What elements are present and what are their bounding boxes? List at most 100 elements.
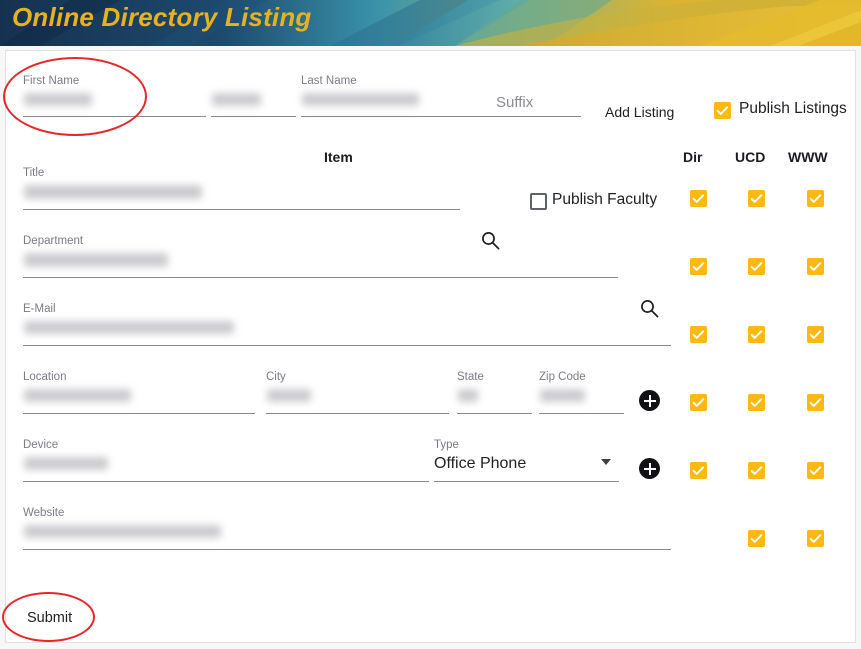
publish-faculty-label: Publish Faculty	[552, 191, 658, 208]
address-www-checkbox[interactable]	[807, 394, 824, 411]
chevron-down-icon[interactable]	[601, 459, 611, 465]
device-dir-checkbox[interactable]	[690, 462, 707, 479]
address-ucd-checkbox[interactable]	[748, 394, 765, 411]
email-label: E-Mail	[23, 303, 56, 315]
city-field[interactable]: City	[266, 371, 449, 415]
check-icon	[809, 534, 822, 543]
check-icon	[750, 194, 763, 203]
department-field[interactable]: Department	[23, 235, 618, 279]
check-icon	[809, 262, 822, 271]
website-value-redacted	[24, 525, 221, 538]
page-banner: Online Directory Listing	[0, 0, 861, 46]
department-label: Department	[23, 235, 84, 247]
middle-name-value-redacted	[212, 93, 261, 106]
department-value-redacted	[24, 253, 168, 267]
location-label: Location	[23, 371, 67, 383]
check-icon	[809, 466, 822, 475]
department-underline	[23, 277, 618, 278]
device-value-redacted	[24, 457, 108, 470]
title-ucd-checkbox[interactable]	[748, 190, 765, 207]
state-value-redacted	[458, 389, 478, 402]
zip-field[interactable]: Zip Code	[539, 371, 624, 415]
last-name-underline	[301, 116, 496, 117]
state-label: State	[457, 371, 484, 383]
submit-button[interactable]: Submit	[27, 610, 72, 626]
website-ucd-checkbox[interactable]	[748, 530, 765, 547]
last-name-field[interactable]: Last Name	[301, 75, 496, 119]
device-field[interactable]: Device	[23, 439, 429, 483]
email-underline	[23, 345, 671, 346]
device-type-select[interactable]: Type Office Phone	[434, 439, 619, 483]
column-header-dir: Dir	[683, 149, 703, 165]
device-type-value: Office Phone	[434, 455, 527, 472]
email-www-checkbox[interactable]	[807, 326, 824, 343]
email-field[interactable]: E-Mail	[23, 303, 671, 347]
check-icon	[809, 398, 822, 407]
page-title: Online Directory Listing	[12, 2, 312, 32]
check-icon	[692, 262, 705, 271]
website-field[interactable]: Website	[23, 507, 671, 551]
city-underline	[266, 413, 449, 414]
email-ucd-checkbox[interactable]	[748, 326, 765, 343]
department-ucd-checkbox[interactable]	[748, 258, 765, 275]
state-field[interactable]: State	[457, 371, 532, 415]
last-name-value-redacted	[302, 93, 419, 106]
title-field[interactable]: Title	[23, 167, 460, 211]
add-device-button[interactable]	[639, 458, 660, 479]
location-value-redacted	[24, 389, 131, 402]
check-icon	[692, 330, 705, 339]
department-www-checkbox[interactable]	[807, 258, 824, 275]
state-underline	[457, 413, 532, 414]
zip-value-redacted	[540, 389, 585, 402]
website-www-checkbox[interactable]	[807, 530, 824, 547]
check-icon	[750, 330, 763, 339]
zip-underline	[539, 413, 624, 414]
page-root: Online Directory Listing First Name Last…	[0, 0, 861, 649]
first-name-value-redacted	[24, 93, 92, 106]
column-header-ucd: UCD	[735, 149, 766, 165]
website-underline	[23, 549, 671, 550]
location-underline	[23, 413, 255, 414]
check-icon	[716, 106, 729, 115]
add-listing-button[interactable]: Add Listing	[605, 104, 674, 120]
title-label: Title	[23, 167, 45, 179]
publish-listings-label: Publish Listings	[739, 100, 847, 117]
last-name-label: Last Name	[301, 75, 357, 87]
title-underline	[23, 209, 460, 210]
email-dir-checkbox[interactable]	[690, 326, 707, 343]
column-header-www: WWW	[788, 149, 828, 165]
first-name-label: First Name	[23, 75, 80, 87]
device-underline	[23, 481, 429, 482]
device-type-underline	[434, 481, 619, 482]
check-icon	[750, 534, 763, 543]
publish-faculty-checkbox[interactable]	[530, 193, 547, 210]
middle-name-field[interactable]	[211, 75, 296, 119]
suffix-underline	[496, 116, 581, 117]
first-name-field[interactable]: First Name	[23, 75, 206, 119]
department-dir-checkbox[interactable]	[690, 258, 707, 275]
column-header-item: Item	[324, 149, 353, 165]
check-icon	[692, 194, 705, 203]
suffix-field[interactable]: Suffix	[496, 75, 581, 119]
title-dir-checkbox[interactable]	[690, 190, 707, 207]
check-icon	[750, 262, 763, 271]
city-label: City	[266, 371, 286, 383]
device-type-label: Type	[434, 439, 459, 451]
check-icon	[809, 330, 822, 339]
address-dir-checkbox[interactable]	[690, 394, 707, 411]
device-ucd-checkbox[interactable]	[748, 462, 765, 479]
email-value-redacted	[24, 321, 234, 334]
first-name-underline	[23, 116, 206, 117]
suffix-placeholder: Suffix	[496, 94, 534, 111]
website-label: Website	[23, 507, 65, 519]
add-address-button[interactable]	[639, 390, 660, 411]
listing-form-card: First Name Last Name Suffix Add Listing	[5, 50, 856, 643]
device-label: Device	[23, 439, 59, 451]
device-www-checkbox[interactable]	[807, 462, 824, 479]
check-icon	[750, 466, 763, 475]
title-www-checkbox[interactable]	[807, 190, 824, 207]
title-value-redacted	[24, 185, 202, 199]
location-field[interactable]: Location	[23, 371, 255, 415]
check-icon	[809, 194, 822, 203]
publish-listings-checkbox[interactable]	[714, 102, 731, 119]
